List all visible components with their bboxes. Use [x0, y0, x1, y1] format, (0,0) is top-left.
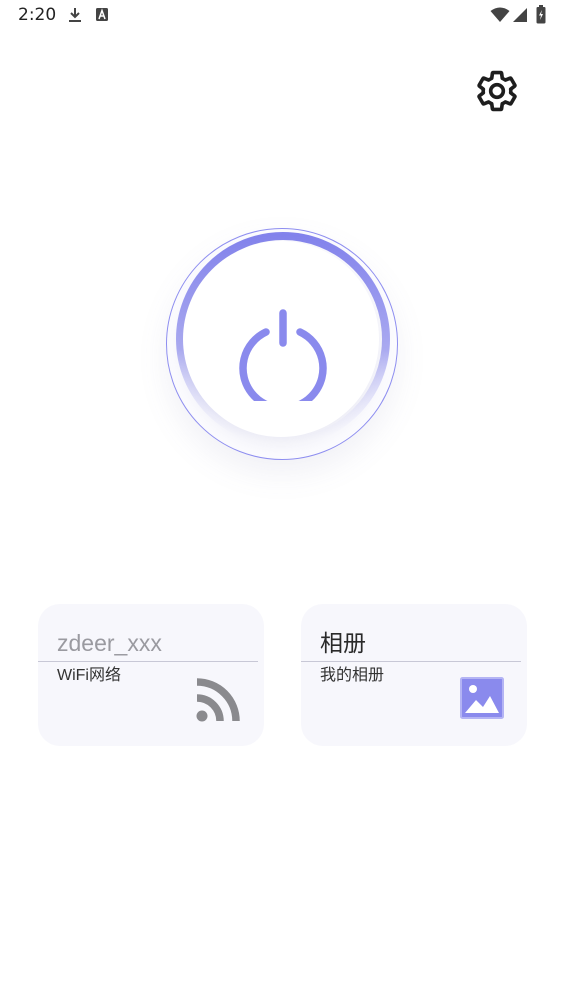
power-icon: [239, 309, 327, 401]
settings-button[interactable]: [474, 68, 520, 114]
album-card-divider: [301, 661, 521, 662]
album-card[interactable]: 相册 我的相册: [301, 604, 527, 746]
wifi-feed-icon: [196, 678, 240, 722]
download-icon: [69, 8, 81, 22]
power-button-container: [163, 225, 403, 465]
battery-charging-icon: [536, 5, 546, 24]
wifi-card-title: zdeer_xxx: [57, 630, 162, 656]
gear-icon: [477, 70, 517, 112]
a-letter-icon: [96, 8, 108, 21]
signal-icon: [513, 8, 527, 22]
wifi-icon: [490, 7, 510, 22]
image-icon: [460, 677, 504, 719]
album-card-title: 相册: [320, 630, 366, 656]
status-bar: 2:20: [0, 0, 565, 32]
app-screen: 2:20 zdeer_xxx WiFi网络 相册 我的相册: [0, 0, 565, 1004]
wifi-card-subtitle: WiFi网络: [57, 667, 121, 684]
status-time: 2:20: [18, 5, 57, 25]
power-button[interactable]: [183, 241, 379, 437]
wifi-card[interactable]: zdeer_xxx WiFi网络: [38, 604, 264, 746]
wifi-card-divider: [38, 661, 258, 662]
album-card-subtitle: 我的相册: [320, 667, 385, 684]
